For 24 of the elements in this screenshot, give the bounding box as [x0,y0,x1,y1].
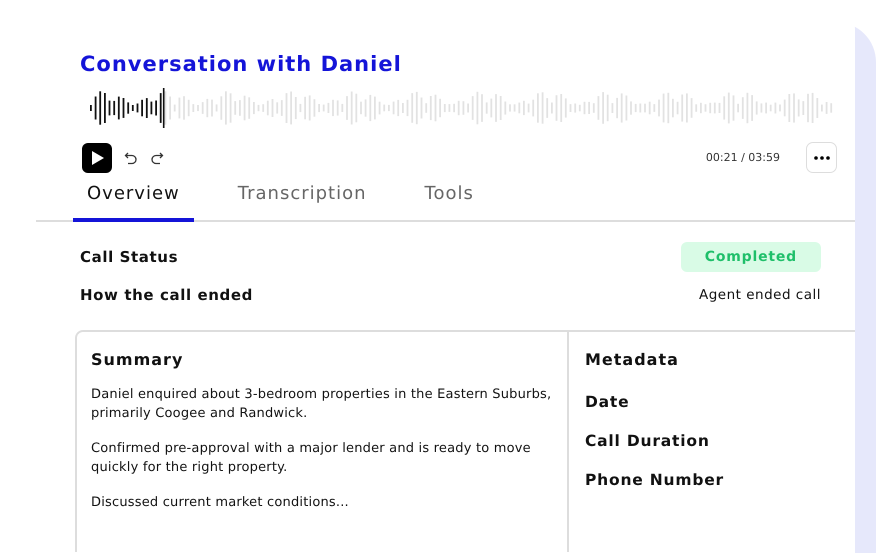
tab[interactable]: Overview [73,175,194,222]
metadata-heading: Metadata [585,350,680,369]
summary-paragraph: Daniel enquired about 3-bedroom properties in the Eastern Suburbs, primarily Coogee and Randwick. [91,386,552,423]
waveform-track[interactable] [90,88,835,128]
summary-heading: Summary [91,350,184,369]
more-options-button[interactable] [806,142,837,173]
metadata-label: Call Duration [585,432,710,450]
forward-icon[interactable] [150,150,164,164]
play-button[interactable] [82,142,112,172]
metadata-label: Phone Number [585,471,724,489]
summary-paragraph: Confirmed pre-approval with a major lender and is ready to move quickly for the right property. [91,440,532,477]
play-icon [90,150,104,164]
metadata-label: Date [585,393,630,411]
field-label: How the call ended [80,286,254,304]
field-value: Agent ended call [698,287,821,303]
tab[interactable]: Tools [410,175,488,222]
playback-time: 00:21 / 03:59 [706,151,780,164]
field-label: Call Status [80,248,178,266]
summary-paragraph: Discussed current market conditions... [91,494,350,512]
status-badge: Completed [680,242,821,272]
tab[interactable]: Transcription [224,175,381,222]
conversation-title: Conversation with Daniel [80,52,402,76]
dots-icon [814,156,830,160]
rewind-icon[interactable] [124,150,138,164]
